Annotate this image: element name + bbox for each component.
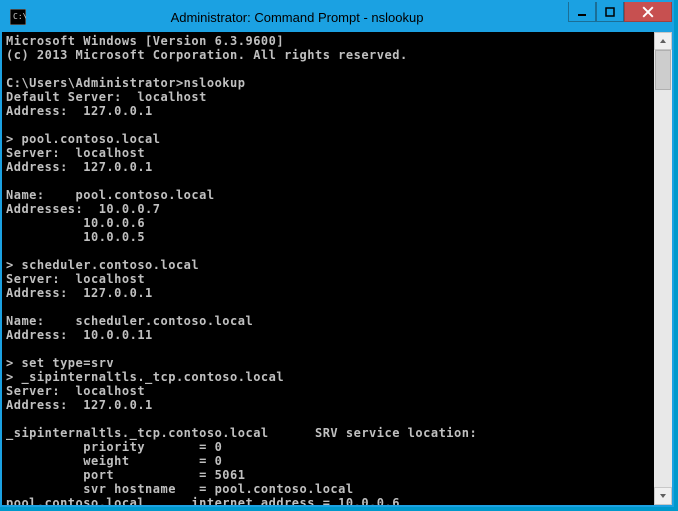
window-buttons [568,2,672,24]
scroll-track[interactable] [654,50,672,487]
close-button[interactable] [624,2,672,22]
scroll-up-button[interactable] [654,32,672,50]
maximize-button[interactable] [596,2,624,22]
svg-text:C:\: C:\ [13,12,26,21]
window-title: Administrator: Command Prompt - nslookup [26,10,568,25]
scrollbar[interactable] [654,32,672,505]
titlebar[interactable]: C:\ Administrator: Command Prompt - nslo… [2,2,672,32]
window-body: Microsoft Windows [Version 6.3.9600] (c)… [2,32,672,505]
command-prompt-window: C:\ Administrator: Command Prompt - nslo… [0,0,674,507]
terminal-output[interactable]: Microsoft Windows [Version 6.3.9600] (c)… [2,32,654,505]
scroll-down-button[interactable] [654,487,672,505]
scroll-thumb[interactable] [655,50,671,90]
cmd-icon: C:\ [10,9,26,25]
minimize-button[interactable] [568,2,596,22]
